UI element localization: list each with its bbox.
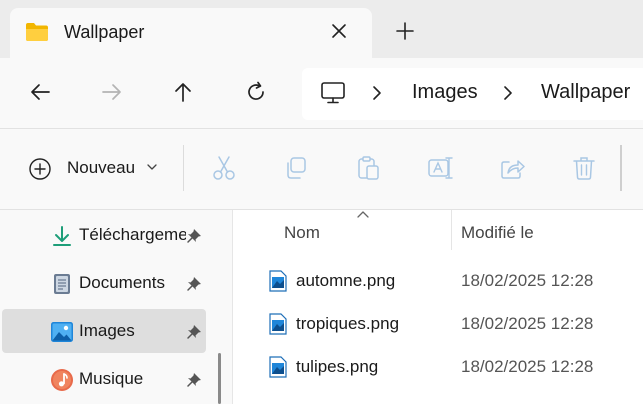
- tab-wallpaper[interactable]: Wallpaper: [10, 8, 372, 58]
- file-row[interactable]: automne.png 18/02/2025 12:28: [263, 261, 643, 301]
- sidebar-item-label: Musique: [79, 369, 144, 388]
- sidebar-item-documents[interactable]: Documents: [2, 261, 206, 305]
- new-tab-plus-icon[interactable]: [394, 20, 416, 42]
- address-bar[interactable]: Images Wallpaper: [302, 68, 643, 120]
- forward-arrow-icon[interactable]: [100, 80, 124, 104]
- folder-icon: [26, 23, 48, 41]
- toolbar-separator: [620, 145, 622, 191]
- chevron-down-icon: [147, 164, 157, 170]
- toolbar-separator: [183, 145, 184, 191]
- breadcrumb-images[interactable]: Images: [412, 81, 478, 104]
- pin-icon[interactable]: [186, 274, 204, 292]
- cut-icon[interactable]: [210, 154, 238, 182]
- documents-icon: [54, 274, 70, 294]
- back-arrow-icon[interactable]: [28, 80, 52, 104]
- sort-ascending-icon: [357, 211, 369, 218]
- refresh-icon[interactable]: [244, 80, 268, 104]
- tab-title: Wallpaper: [64, 22, 145, 42]
- new-button[interactable]: Nouveau: [28, 155, 168, 185]
- chevron-right-icon[interactable]: [501, 84, 515, 102]
- sidebar-item-label: Documents: [79, 273, 165, 292]
- share-icon[interactable]: [498, 154, 526, 182]
- file-list: Nom Modifié le automne.png 18/02/2025 12…: [233, 210, 643, 404]
- paste-icon[interactable]: [354, 154, 382, 182]
- column-divider[interactable]: [451, 210, 452, 250]
- image-file-icon: [269, 313, 287, 335]
- file-row[interactable]: tulipes.png 18/02/2025 12:28: [263, 347, 643, 387]
- images-icon: [51, 322, 73, 342]
- file-modified-date: 18/02/2025 12:28: [461, 314, 594, 333]
- file-name: tropiques.png: [296, 314, 400, 333]
- rename-icon[interactable]: [426, 154, 454, 182]
- navigation-pane: Téléchargements Documents Images: [0, 210, 232, 404]
- breadcrumb-wallpaper[interactable]: Wallpaper: [541, 81, 630, 104]
- column-header-name[interactable]: Nom: [284, 223, 320, 243]
- navigation-bar: Images Wallpaper: [0, 58, 643, 129]
- image-file-icon: [269, 270, 287, 292]
- copy-icon[interactable]: [282, 154, 310, 182]
- music-icon: [51, 369, 73, 391]
- chevron-right-icon[interactable]: [370, 84, 384, 102]
- add-circle-icon: [29, 158, 51, 180]
- pin-icon[interactable]: [186, 370, 204, 388]
- file-name: automne.png: [296, 271, 396, 290]
- file-name: tulipes.png: [296, 357, 379, 376]
- sidebar-item-music[interactable]: Musique: [2, 357, 206, 401]
- pin-icon[interactable]: [186, 322, 204, 340]
- sidebar-item-downloads[interactable]: Téléchargements: [2, 213, 206, 257]
- delete-icon[interactable]: [570, 154, 598, 182]
- new-button-label: Nouveau: [67, 158, 136, 177]
- command-bar: Nouveau: [0, 129, 643, 210]
- this-pc-icon[interactable]: [320, 81, 346, 105]
- download-icon: [53, 226, 71, 246]
- up-arrow-icon[interactable]: [171, 80, 195, 104]
- sidebar-item-label: Images: [79, 321, 135, 340]
- file-row[interactable]: tropiques.png 18/02/2025 12:28: [263, 304, 643, 344]
- tab-bar: Wallpaper: [0, 0, 643, 58]
- sidebar-item-label: Téléchargements: [79, 225, 186, 244]
- image-file-icon: [269, 356, 287, 378]
- column-header-modified[interactable]: Modifié le: [461, 223, 534, 243]
- sidebar-item-images[interactable]: Images: [2, 309, 206, 353]
- pin-icon[interactable]: [186, 226, 204, 244]
- file-modified-date: 18/02/2025 12:28: [461, 357, 594, 376]
- file-modified-date: 18/02/2025 12:28: [461, 271, 594, 290]
- sidebar-scrollbar[interactable]: [218, 353, 221, 404]
- close-icon[interactable]: [328, 20, 350, 42]
